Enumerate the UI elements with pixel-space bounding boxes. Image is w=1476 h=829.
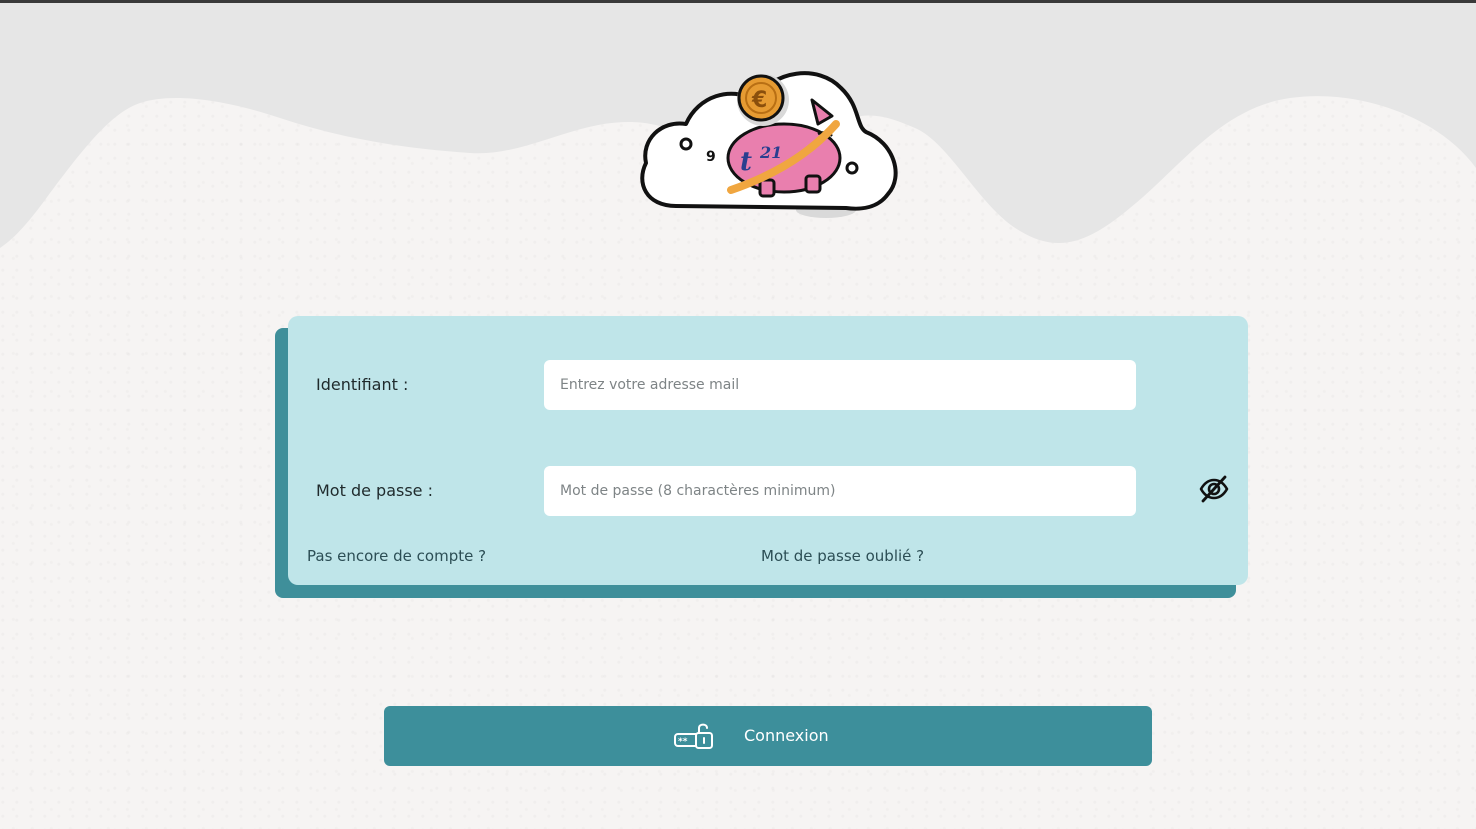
password-lock-icon: ** [674,723,713,749]
login-button-label: Connexion [744,726,829,745]
login-button[interactable]: ** Connexion [384,706,1152,766]
signup-link[interactable]: Pas encore de compte ? [307,547,486,565]
piggy-bank-logo: 9 t 21 € [640,71,898,218]
login-card: Identifiant : Mot de passe : Pas encore … [288,316,1248,585]
identifier-input[interactable] [544,360,1136,410]
eye-off-icon[interactable] [1198,473,1230,505]
svg-text:9: 9 [706,149,716,165]
svg-text:**: ** [678,737,688,747]
svg-text:€: € [751,88,767,113]
password-input[interactable] [544,466,1136,516]
forgot-password-link[interactable]: Mot de passe oublié ? [761,547,924,565]
identifier-label: Identifiant : [316,375,409,394]
svg-text:21: 21 [759,143,782,162]
svg-text:t: t [740,147,752,177]
password-label: Mot de passe : [316,481,433,500]
